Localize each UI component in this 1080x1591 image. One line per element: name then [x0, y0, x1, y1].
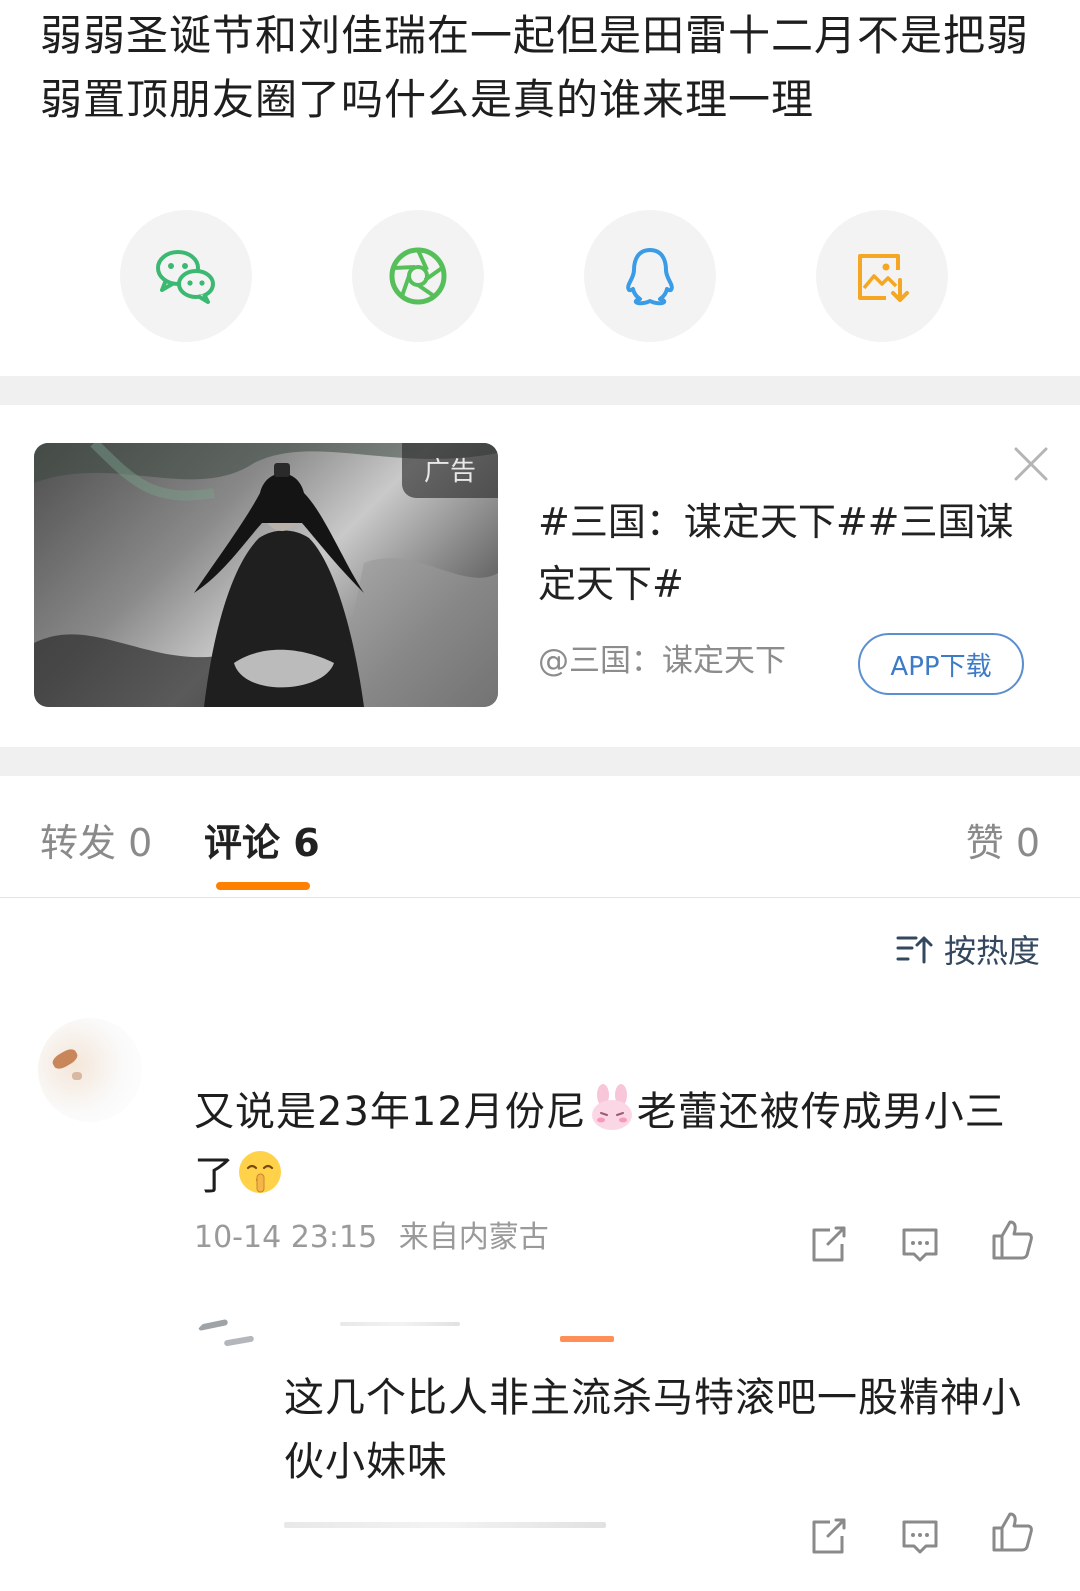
app-download-button[interactable]: APP下载 — [858, 633, 1024, 695]
comment-icon — [902, 1520, 938, 1554]
wechat-icon — [156, 250, 215, 304]
save-image-icon — [858, 254, 909, 302]
tab-likes[interactable]: 赞 0 — [966, 812, 1040, 867]
like-button[interactable] — [990, 1510, 1034, 1554]
comment-text: 又说是23年12月份尼 老蕾还被传成男小三了 — [194, 1080, 1044, 1208]
reply-text: 这几个比人非主流杀马特滚吧一股精神小伙小妹味 — [284, 1375, 1022, 1485]
share-icon — [812, 1226, 846, 1262]
close-icon[interactable] — [1012, 445, 1050, 483]
shush-emoji-icon — [239, 1151, 281, 1193]
ad-badge: 广告 — [401, 443, 498, 498]
comment-location: 来自内蒙古 — [398, 1220, 549, 1255]
interaction-tabs: 转发 0 评论 6 赞 0 — [0, 776, 1080, 898]
sort-label: 按热度 — [943, 932, 1040, 970]
section-divider — [0, 376, 1080, 405]
tab-comments[interactable]: 评论 6 — [204, 812, 320, 867]
blurred-username — [340, 1322, 460, 1326]
ad-source[interactable]: @三国：谋定天下 — [538, 635, 786, 680]
moments-icon — [389, 247, 447, 305]
comment-time: 10-14 23:15 — [194, 1220, 378, 1255]
avatar[interactable] — [38, 1018, 142, 1122]
ad-image[interactable]: 广告 — [34, 443, 498, 707]
blurred-meta — [284, 1522, 606, 1528]
comment-meta: 10-14 23:15 来自内蒙古 — [194, 1212, 549, 1256]
share-wechat-button[interactable] — [120, 210, 252, 342]
avatar[interactable] — [196, 1316, 266, 1356]
bunny-emoji-icon — [591, 1084, 632, 1130]
repost-button[interactable] — [806, 1222, 850, 1266]
share-qq-button[interactable] — [584, 210, 716, 342]
comment-button[interactable] — [898, 1514, 942, 1558]
comment-icon — [902, 1228, 938, 1262]
blurred-badge — [560, 1336, 614, 1342]
sort-button[interactable]: 按热度 — [896, 926, 1040, 972]
save-image-button[interactable] — [816, 210, 948, 342]
comment-button[interactable] — [898, 1222, 942, 1266]
ad-title[interactable]: #三国：谋定天下##三国谋定天下# — [538, 491, 1028, 615]
sort-icon — [896, 936, 933, 964]
section-divider — [0, 747, 1080, 776]
qq-icon — [626, 248, 674, 306]
ad-card[interactable]: 广告 #三国：谋定天下##三国谋定天下# @三国：谋定天下 APP下载 — [0, 405, 1080, 747]
post-text: 弱弱圣诞节和刘佳瑞在一起但是田雷十二月不是把弱弱置顶朋友圈了吗什么是真的谁来理一… — [40, 11, 1030, 124]
share-row — [0, 210, 1080, 342]
share-icon — [812, 1518, 846, 1554]
repost-button[interactable] — [806, 1514, 850, 1558]
share-moments-button[interactable] — [352, 210, 484, 342]
active-tab-indicator — [216, 882, 310, 890]
thumbs-up-icon — [992, 1220, 1033, 1260]
thumbs-up-icon — [992, 1512, 1033, 1552]
tab-repost[interactable]: 转发 0 — [40, 812, 152, 867]
like-button[interactable] — [990, 1218, 1034, 1262]
